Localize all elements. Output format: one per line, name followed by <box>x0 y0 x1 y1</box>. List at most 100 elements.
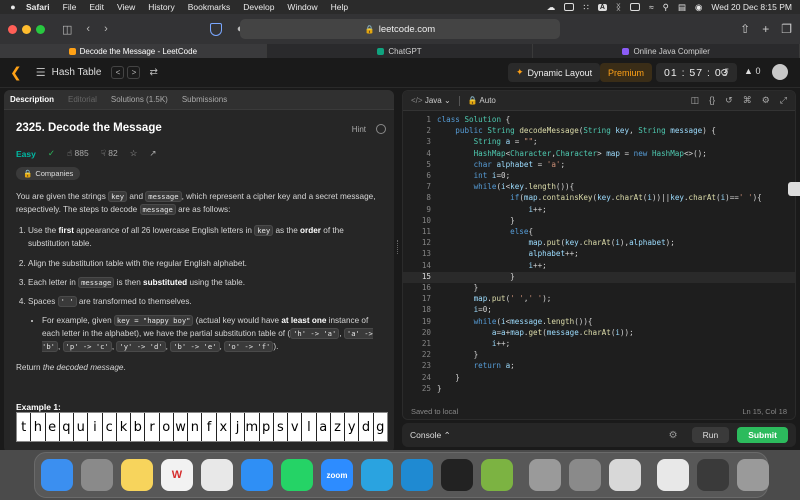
tab-solutions[interactable]: Solutions (1.5K) <box>111 95 168 104</box>
menu-bookmarks[interactable]: Bookmarks <box>188 2 231 12</box>
share-icon[interactable]: ⇧ <box>740 22 750 36</box>
menu-edit[interactable]: Edit <box>89 2 104 12</box>
code-line[interactable]: char alphabet = 'a'; <box>437 160 565 169</box>
avatar[interactable] <box>772 64 788 80</box>
reset-code-icon[interactable]: ↺ <box>725 95 733 106</box>
code-line[interactable]: } <box>437 384 442 393</box>
control-center-icon[interactable]: ▤ <box>678 2 686 13</box>
tab-java-compiler[interactable]: Online Java Compiler <box>533 44 800 58</box>
dynamic-layout-button[interactable]: ✦ Dynamic Layout <box>508 63 601 82</box>
problem-list-title[interactable]: Hash Table <box>52 67 102 78</box>
back-icon[interactable]: ‹ <box>86 23 90 35</box>
timer-reset-icon[interactable]: ↺ <box>720 66 729 79</box>
new-tab-icon[interactable]: + <box>762 22 769 36</box>
menu-help[interactable]: Help <box>331 2 348 12</box>
address-bar[interactable]: 🔒 leetcode.com <box>240 19 560 39</box>
fullscreen-icon[interactable]: ⤢ <box>780 95 787 106</box>
tab-submissions[interactable]: Submissions <box>182 95 227 104</box>
code-line[interactable]: HashMap<Character,Character> map = new H… <box>437 149 707 158</box>
submit-button[interactable]: Submit <box>737 427 788 443</box>
prev-problem-button[interactable]: < <box>111 66 125 79</box>
code-line[interactable]: else{ <box>437 227 533 236</box>
minimize-window-button[interactable] <box>22 24 31 34</box>
search-icon[interactable]: ⚲ <box>663 2 669 13</box>
run-button[interactable]: Run <box>691 427 730 443</box>
settings-icon[interactable]: ⚙ <box>762 95 770 106</box>
apple-icon[interactable]: ● <box>8 2 18 12</box>
forward-icon[interactable]: › <box>104 23 108 35</box>
close-window-button[interactable] <box>8 24 17 34</box>
panel-resize-handle[interactable] <box>397 240 400 254</box>
braces-icon[interactable]: {} <box>709 95 715 106</box>
code-line[interactable]: public String decodeMessage(String key, … <box>437 126 716 135</box>
more-options-icon[interactable] <box>376 124 386 134</box>
vscode-icon[interactable] <box>401 459 433 491</box>
tab-description[interactable]: Description <box>10 95 54 104</box>
battery-status-icon[interactable] <box>564 3 575 11</box>
side-notes-tab[interactable] <box>788 182 800 196</box>
zoom-icon[interactable]: zoom <box>321 459 353 491</box>
menu-view[interactable]: View <box>117 2 135 12</box>
tab-chatgpt[interactable]: ChatGPT <box>267 44 534 58</box>
code-line[interactable]: i++; <box>437 261 546 270</box>
menu-history[interactable]: History <box>148 2 174 12</box>
language-selector[interactable]: </> Java ⌄ <box>411 96 451 105</box>
privacy-shield-icon[interactable] <box>209 22 222 36</box>
shuffle-icon[interactable]: ⇄ <box>149 67 157 78</box>
menu-file[interactable]: File <box>63 2 77 12</box>
code-line[interactable]: int i=0; <box>437 171 511 180</box>
hint-button[interactable]: Hint <box>352 125 366 134</box>
code-editor[interactable]: 1 class Solution {2 public String decodeM… <box>403 113 795 405</box>
battery-icon[interactable] <box>630 3 640 11</box>
safari-icon[interactable] <box>241 459 273 491</box>
notes-icon[interactable] <box>121 459 153 491</box>
console-toggle[interactable]: Console ⌃ <box>410 430 451 441</box>
code-line[interactable]: } <box>437 216 515 225</box>
bookmark-icon[interactable]: ◫ <box>691 95 700 106</box>
siri-icon[interactable]: ◉ <box>695 2 702 13</box>
menu-develop[interactable]: Develop <box>243 2 274 12</box>
window-1-icon[interactable] <box>657 459 689 491</box>
code-line[interactable]: if(map.containsKey(key.charAt(i))||key.c… <box>437 193 762 202</box>
clock-text[interactable]: Wed 20 Dec 8:15 PM <box>711 2 792 12</box>
code-line[interactable]: } <box>437 283 479 292</box>
quicktime-icon[interactable] <box>529 459 561 491</box>
code-line[interactable]: class Solution { <box>437 115 510 124</box>
leetcode-logo-icon[interactable]: ❮ <box>10 64 22 81</box>
debug-icon[interactable]: ⚙ <box>669 430 678 441</box>
streak-counter[interactable]: ▲ 0 <box>744 66 760 76</box>
input-source-badge[interactable]: A <box>597 3 607 11</box>
trash-icon[interactable] <box>737 459 769 491</box>
code-line[interactable]: } <box>437 272 515 281</box>
code-line[interactable]: i++; <box>437 339 510 348</box>
code-line[interactable]: while(i<message.length()){ <box>437 317 593 326</box>
wifi-icon[interactable]: ≈ <box>649 2 654 12</box>
finder-icon[interactable] <box>41 459 73 491</box>
preview-icon[interactable] <box>609 459 641 491</box>
problem-list-icon[interactable]: ☰ <box>36 66 46 79</box>
telegram-icon[interactable] <box>361 459 393 491</box>
tab-leetcode[interactable]: Decode the Message - LeetCode <box>0 44 267 58</box>
code-line[interactable]: } <box>437 373 460 382</box>
share-link-icon[interactable]: ↗ <box>149 148 156 159</box>
menu-app[interactable]: Safari <box>26 2 50 12</box>
activity-monitor-icon[interactable] <box>441 459 473 491</box>
tab-overview-icon[interactable]: ❐ <box>781 22 792 36</box>
launchpad-icon[interactable] <box>81 459 113 491</box>
cloud-icon[interactable]: ☁ <box>547 2 556 13</box>
next-problem-button[interactable]: > <box>127 66 141 79</box>
system-settings-icon[interactable] <box>569 459 601 491</box>
favorite-star-icon[interactable]: ☆ <box>130 148 138 159</box>
code-line[interactable]: map.put(key.charAt(i),alphabet); <box>437 238 674 247</box>
control-icon[interactable]: ∷ <box>583 2 588 13</box>
dislike-button[interactable]: ☟ 82 <box>101 148 118 159</box>
menu-window[interactable]: Window <box>287 2 317 12</box>
whatsapp-icon[interactable] <box>281 459 313 491</box>
premium-button[interactable]: Premium <box>600 63 653 82</box>
auto-mode-toggle[interactable]: 🔒 Auto <box>468 96 496 105</box>
companies-tag[interactable]: 🔒 Companies <box>16 167 81 180</box>
code-line[interactable]: } <box>437 350 479 359</box>
zoom-window-button[interactable] <box>36 24 45 34</box>
wps-icon[interactable]: W <box>161 459 193 491</box>
like-button[interactable]: ☝ 885 <box>67 148 89 159</box>
